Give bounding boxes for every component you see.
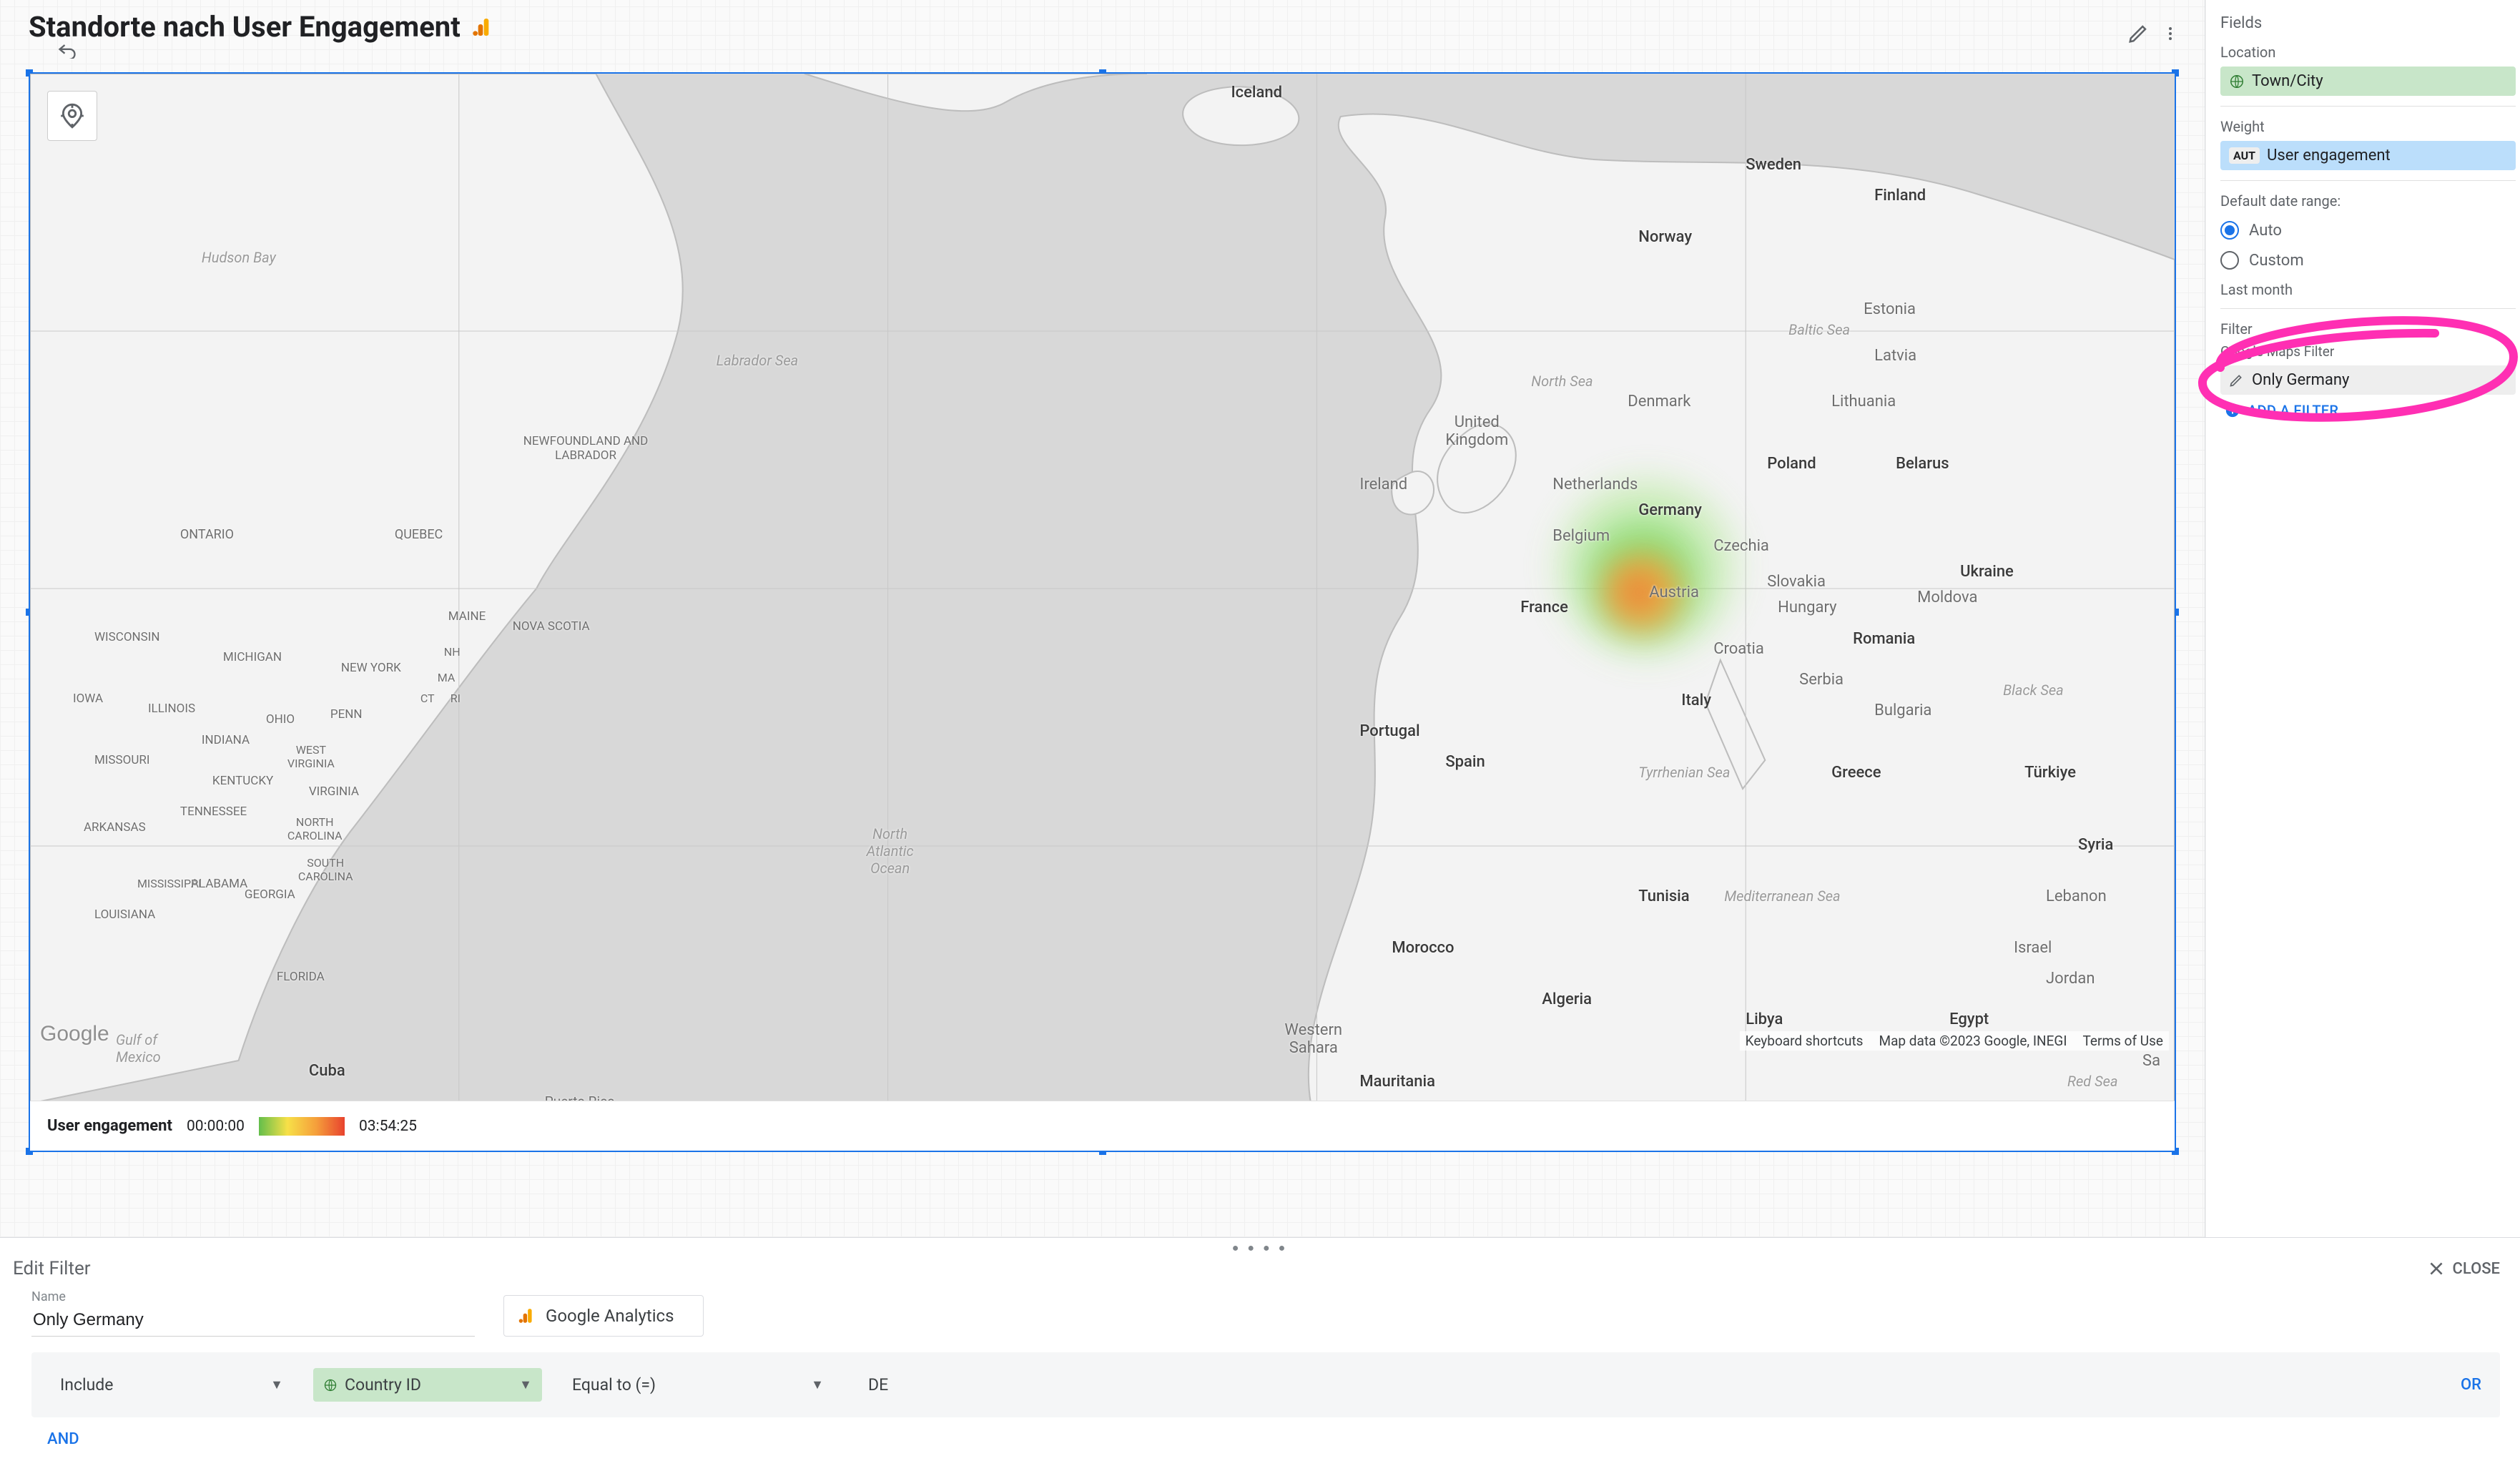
globe-icon xyxy=(2229,74,2245,89)
map-viewport[interactable]: Google Iceland Sweden Norway Finland Est… xyxy=(30,74,2175,1103)
panel-drag-handle[interactable]: ● ● ● ● xyxy=(0,1238,2520,1255)
date-range-label: Default date range: xyxy=(2220,192,2516,210)
legend-gradient xyxy=(259,1117,345,1136)
filter-name: Only Germany xyxy=(2252,371,2349,389)
fields-heading: Fields xyxy=(2220,14,2516,32)
pencil-icon xyxy=(2229,373,2243,388)
legend-metric-label: User engagement xyxy=(47,1117,172,1135)
filter-name-input[interactable] xyxy=(31,1306,475,1337)
last-month-text: Last month xyxy=(2220,281,2516,298)
terms-link[interactable]: Terms of Use xyxy=(2083,1033,2163,1049)
map-legend: User engagement 00:00:00 03:54:25 xyxy=(30,1101,2175,1151)
or-button[interactable]: OR xyxy=(2461,1376,2481,1394)
edit-filter-panel: ● ● ● ● Edit Filter CLOSE Name Google An… xyxy=(0,1237,2520,1461)
location-field-name: Town/City xyxy=(2252,72,2323,90)
edit-filter-title: Edit Filter xyxy=(13,1258,91,1279)
undo-icon[interactable] xyxy=(57,41,77,59)
location-label: Location xyxy=(2220,44,2516,61)
legend-max: 03:54:25 xyxy=(359,1118,417,1135)
filter-heading: Filter xyxy=(2220,320,2516,338)
condition-value[interactable]: DE xyxy=(868,1375,888,1394)
weight-field-chip[interactable]: AUT User engagement xyxy=(2220,141,2516,170)
google-maps-chart[interactable]: Google Iceland Sweden Norway Finland Est… xyxy=(29,72,2176,1152)
map-data-text: Map data ©2023 Google, INEGI xyxy=(1879,1033,2067,1049)
google-logo: Google xyxy=(40,1022,109,1046)
date-range-auto[interactable]: Auto xyxy=(2220,221,2516,240)
gmaps-filter-label: Google Maps Filter xyxy=(2220,343,2516,360)
google-analytics-icon xyxy=(517,1307,536,1325)
location-field-chip[interactable]: Town/City xyxy=(2220,67,2516,96)
filter-item[interactable]: Only Germany xyxy=(2220,365,2516,395)
date-range-custom[interactable]: Custom xyxy=(2220,251,2516,270)
weight-label: Weight xyxy=(2220,118,2516,135)
keyboard-shortcuts-link[interactable]: Keyboard shortcuts xyxy=(1746,1033,1864,1049)
filter-condition-row: Include ▼ Country ID ▼ Equal to (=) ▼ DE… xyxy=(31,1352,2500,1417)
radio-icon xyxy=(2220,251,2239,270)
chart-title: Standorte nach User Engagement xyxy=(29,10,461,44)
chevron-down-icon: ▼ xyxy=(270,1377,283,1392)
condition-field-select[interactable]: Country ID ▼ xyxy=(313,1368,542,1402)
map-location-button[interactable] xyxy=(47,91,97,141)
close-icon xyxy=(2427,1259,2446,1278)
and-button[interactable]: AND xyxy=(47,1430,79,1448)
chevron-down-icon: ▼ xyxy=(519,1377,532,1392)
add-filter-button[interactable]: ADD A FILTER xyxy=(2220,395,2516,426)
radio-icon xyxy=(2220,221,2239,240)
chevron-down-icon: ▼ xyxy=(811,1377,824,1392)
google-analytics-icon xyxy=(471,16,493,39)
map-attribution: Keyboard shortcuts Map data ©2023 Google… xyxy=(1740,1031,2169,1051)
data-source-select[interactable]: Google Analytics xyxy=(503,1295,704,1337)
weight-field-name: User engagement xyxy=(2267,147,2391,164)
globe-icon xyxy=(323,1378,338,1392)
report-canvas[interactable]: Standorte nach User Engagement xyxy=(0,0,2205,1237)
properties-panel: Fields Location Town/City Weight AUT Use… xyxy=(2205,0,2520,1237)
field-type-badge: AUT xyxy=(2229,147,2260,164)
legend-min: 00:00:00 xyxy=(187,1118,245,1135)
include-exclude-select[interactable]: Include ▼ xyxy=(50,1368,293,1402)
chart-header: Standorte nach User Engagement xyxy=(29,10,2176,44)
more-vert-icon[interactable] xyxy=(2162,23,2179,44)
close-button[interactable]: CLOSE xyxy=(2427,1259,2500,1278)
filter-name-label: Name xyxy=(31,1289,475,1304)
map-basemap xyxy=(30,74,2175,1103)
condition-operator-select[interactable]: Equal to (=) ▼ xyxy=(562,1368,834,1402)
edit-pencil-icon[interactable] xyxy=(2127,23,2149,44)
plus-circle-icon xyxy=(2225,403,2240,418)
